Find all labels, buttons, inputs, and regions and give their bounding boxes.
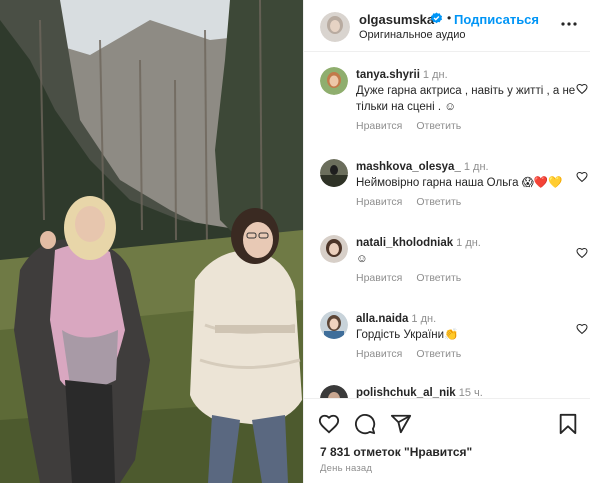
author-avatar[interactable] bbox=[320, 12, 350, 42]
likes-count[interactable]: 7 831 отметок "Нравится" bbox=[320, 445, 472, 459]
comment-text: Неймовірно гарна наша Ольга 😱❤️💛 bbox=[356, 177, 563, 189]
comment-text: Гордість України👏 bbox=[356, 329, 459, 341]
reply-button[interactable]: Ответить bbox=[416, 120, 461, 132]
heart-icon[interactable] bbox=[576, 83, 588, 95]
comment-username[interactable]: tanya.shyrii bbox=[356, 69, 420, 81]
comments-list[interactable]: tanya.shyrii 1 дн. Дуже гарна актриса , н… bbox=[304, 53, 590, 398]
heart-icon[interactable] bbox=[576, 171, 588, 183]
comment-time[interactable]: 15 ч. bbox=[459, 387, 483, 398]
commenter-avatar[interactable] bbox=[320, 235, 348, 263]
post-date[interactable]: День назад bbox=[320, 463, 372, 474]
comment-time[interactable]: 1 дн. bbox=[411, 313, 436, 325]
original-audio-link[interactable]: Оригинальное аудио bbox=[359, 29, 466, 41]
commenter-avatar[interactable] bbox=[320, 159, 348, 187]
bookmark-icon[interactable] bbox=[557, 413, 579, 435]
comment-username[interactable]: polishchuk_al_nik bbox=[356, 387, 456, 398]
reply-button[interactable]: Ответить bbox=[416, 272, 461, 284]
comment-icon[interactable] bbox=[354, 413, 376, 435]
comment-time[interactable]: 1 дн. bbox=[464, 161, 489, 173]
like-comment-button[interactable]: Нравится bbox=[356, 196, 402, 208]
comment-username[interactable]: natali_kholodniak bbox=[356, 237, 453, 249]
verified-badge-icon bbox=[430, 12, 443, 25]
comment-text: ☺ bbox=[356, 253, 368, 265]
like-comment-button[interactable]: Нравится bbox=[356, 272, 402, 284]
like-comment-button[interactable]: Нравится bbox=[356, 120, 402, 132]
more-options-icon[interactable] bbox=[559, 14, 579, 34]
like-comment-button[interactable]: Нравится bbox=[356, 348, 402, 360]
separator-dot: • bbox=[447, 11, 452, 25]
commenter-avatar[interactable] bbox=[320, 311, 348, 339]
reply-button[interactable]: Ответить bbox=[416, 196, 461, 208]
comment-username[interactable]: mashkova_olesya_ bbox=[356, 161, 461, 173]
comment-username[interactable]: alla.naida bbox=[356, 313, 408, 325]
heart-icon[interactable] bbox=[576, 247, 588, 259]
comment-text: Дуже гарна актриса , навіть у житті , а … bbox=[356, 85, 576, 113]
reply-button[interactable]: Ответить bbox=[416, 348, 461, 360]
video-frame bbox=[0, 0, 303, 483]
video-player[interactable] bbox=[0, 0, 303, 483]
post-header: olgasumska • Подписаться Оригинальное ау… bbox=[304, 0, 590, 52]
heart-icon[interactable] bbox=[576, 323, 588, 335]
share-icon[interactable] bbox=[390, 413, 412, 435]
heart-icon[interactable] bbox=[318, 413, 340, 435]
post-details-panel: olgasumska • Подписаться Оригинальное ау… bbox=[303, 0, 590, 483]
comment-time[interactable]: 1 дн. bbox=[423, 69, 448, 81]
commenter-avatar[interactable] bbox=[320, 67, 348, 95]
post-actions-bar: 7 831 отметок "Нравится" День назад bbox=[304, 398, 590, 483]
comment-time[interactable]: 1 дн. bbox=[456, 237, 481, 249]
author-username[interactable]: olgasumska bbox=[359, 12, 434, 27]
commenter-avatar[interactable] bbox=[320, 385, 348, 398]
follow-button[interactable]: Подписаться bbox=[454, 12, 539, 27]
